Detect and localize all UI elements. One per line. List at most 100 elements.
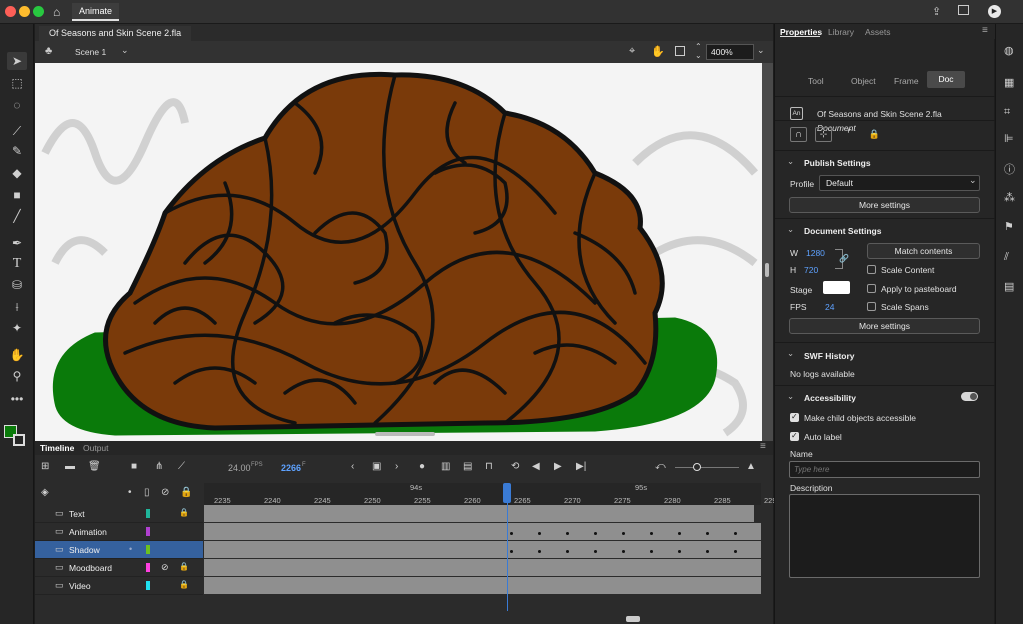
graph-icon[interactable]: ⟋ <box>178 461 185 472</box>
frame-track[interactable] <box>204 559 761 576</box>
grid-icon[interactable]: ▦ <box>1004 76 1014 89</box>
delete-layer-icon[interactable]: 🗑 <box>88 461 101 472</box>
prev-keyframe-icon[interactable]: ‹ <box>351 461 354 472</box>
slider-thumb[interactable] <box>693 463 701 471</box>
chevron-down-icon[interactable]: ⌄ <box>969 175 977 186</box>
document-tab[interactable]: Of Seasons and Skin Scene 2.fla <box>39 26 192 41</box>
panel-menu-icon[interactable]: ≡ <box>760 441 766 452</box>
mountain-icon[interactable]: ▲ <box>746 461 756 472</box>
layer-row[interactable]: ▭ Animation <box>35 523 203 541</box>
step-forward-icon[interactable]: ▶| <box>576 461 586 472</box>
edit-multiple-icon[interactable]: ▤ <box>463 461 472 472</box>
keyframe-marker[interactable] <box>538 550 541 553</box>
height-value[interactable]: 720 <box>804 265 818 275</box>
lock-icon[interactable]: 🔒 <box>179 562 189 571</box>
chevron-down-icon[interactable]: ⌄ <box>787 156 794 167</box>
panel-menu-icon[interactable]: ≡ <box>982 25 988 36</box>
snap-to-objects-icon[interactable]: ∩ <box>790 127 807 142</box>
layer-name[interactable]: Shadow <box>69 545 100 555</box>
layer-row[interactable]: ▭ Text 🔒 <box>35 505 203 523</box>
pin-icon[interactable]: ✦ <box>7 319 27 337</box>
subtab-tool[interactable]: Tool <box>808 76 824 86</box>
parenting-icon[interactable]: ⋔ <box>155 461 163 472</box>
fps-value[interactable]: 24 <box>825 302 834 312</box>
hand-icon[interactable]: ✋ <box>7 346 27 364</box>
step-back-icon[interactable]: ◀ <box>532 461 540 472</box>
playhead-handle[interactable] <box>503 483 511 503</box>
rectangle-icon[interactable]: ■ <box>7 186 27 204</box>
paint-brush-icon[interactable]: ⟋ <box>7 122 27 140</box>
keyframe-marker[interactable] <box>650 532 653 535</box>
insert-keyframe-icon[interactable]: ▣ <box>372 461 381 472</box>
undo-icon[interactable]: ⤺ <box>655 461 666 472</box>
more-tools-icon[interactable]: ••• <box>7 390 27 408</box>
transform-icon[interactable]: ⌗ <box>1004 106 1010 119</box>
selection-tool-icon[interactable]: ➤ <box>7 52 27 70</box>
stage-canvas[interactable] <box>35 63 773 441</box>
keyframe-marker[interactable] <box>734 550 737 553</box>
keyframe-marker[interactable] <box>706 550 709 553</box>
layer-name[interactable]: Animation <box>69 527 107 537</box>
zoom-input[interactable]: 400% <box>706 44 754 60</box>
zoom-window-button[interactable] <box>33 6 44 17</box>
layer-color-swatch[interactable] <box>146 545 150 554</box>
publish-more-settings-button[interactable]: More settings <box>789 197 980 213</box>
profile-select[interactable]: Default <box>819 175 980 191</box>
pen-icon[interactable]: ✒ <box>7 234 27 252</box>
brush-icon[interactable]: ✎ <box>7 142 27 160</box>
next-keyframe-icon[interactable]: › <box>395 461 398 472</box>
tab-properties[interactable]: Properties <box>780 27 822 37</box>
new-layer-icon[interactable]: ⊞ <box>41 461 49 472</box>
swf-history-title[interactable]: SWF History <box>804 351 855 361</box>
chevron-down-icon[interactable]: ⌄ <box>121 45 129 56</box>
layer-row[interactable]: ▭ Moodboard 🔒 ⊘ <box>35 559 203 577</box>
tab-library[interactable]: Library <box>828 27 854 37</box>
edge-icon[interactable]: ⌜ <box>841 127 858 142</box>
center-stage-icon[interactable]: ⌖ <box>629 45 635 58</box>
keyframe-marker[interactable] <box>650 550 653 553</box>
publish-settings-title[interactable]: Publish Settings <box>804 158 871 168</box>
share-icon[interactable]: ⇪ <box>932 5 941 18</box>
lock-icon[interactable]: 🔒 <box>180 487 192 498</box>
workspace-icon[interactable] <box>958 5 969 15</box>
minimize-window-button[interactable] <box>19 6 30 17</box>
keyframe-marker[interactable] <box>510 532 513 535</box>
chevron-down-icon[interactable]: ⌄ <box>787 224 794 235</box>
timeline-scroll-handle[interactable] <box>626 616 640 622</box>
visibility-icon[interactable]: ⊘ <box>161 487 169 498</box>
home-icon[interactable]: ⌂ <box>53 5 60 19</box>
graph-icon[interactable]: ⫽ <box>1004 251 1009 264</box>
apply-to-pasteboard-checkbox[interactable] <box>867 284 876 293</box>
accessibility-toggle[interactable] <box>961 392 978 401</box>
keyframe-marker[interactable] <box>678 550 681 553</box>
keyframe-marker[interactable] <box>594 532 597 535</box>
components-icon[interactable]: ⁂ <box>1004 191 1015 204</box>
lock-icon[interactable]: 🔒 <box>179 580 189 589</box>
keyframe-marker[interactable] <box>622 550 625 553</box>
align-to-stage-icon[interactable]: ⊹ <box>815 127 832 142</box>
text-tool-icon[interactable]: T <box>7 255 27 273</box>
tab-output[interactable]: Output <box>83 443 109 453</box>
info-icon[interactable]: ⓘ <box>1004 161 1015 177</box>
layer-name[interactable]: Video <box>69 581 91 591</box>
close-window-button[interactable] <box>5 6 16 17</box>
keyframe-marker[interactable] <box>678 532 681 535</box>
keyframe-marker[interactable] <box>510 550 513 553</box>
name-input[interactable] <box>789 461 980 478</box>
test-movie-icon[interactable]: ▶ <box>988 5 1001 18</box>
make-child-accessible-checkbox[interactable] <box>790 412 799 422</box>
fps-value[interactable]: 24.00 <box>228 463 251 473</box>
keyframe-marker[interactable] <box>706 532 709 535</box>
rotate-stage-icon[interactable]: ✋ <box>651 45 665 58</box>
chain-link-icon[interactable]: 🔗 <box>839 254 849 263</box>
tween-icon[interactable]: ⊓ <box>485 461 493 472</box>
free-transform-icon[interactable]: ⬚ <box>7 74 27 92</box>
onion-outline-icon[interactable]: ▥ <box>441 461 450 472</box>
play-icon[interactable]: ▶ <box>554 461 562 472</box>
outline-icon[interactable]: ▯ <box>144 487 150 498</box>
tab-assets[interactable]: Assets <box>865 27 891 37</box>
chevron-down-icon[interactable]: ⌄ <box>787 348 794 359</box>
align-icon[interactable]: ⊫ <box>1004 132 1014 145</box>
clip-content-icon[interactable] <box>675 46 685 56</box>
keyframe-marker[interactable] <box>566 550 569 553</box>
